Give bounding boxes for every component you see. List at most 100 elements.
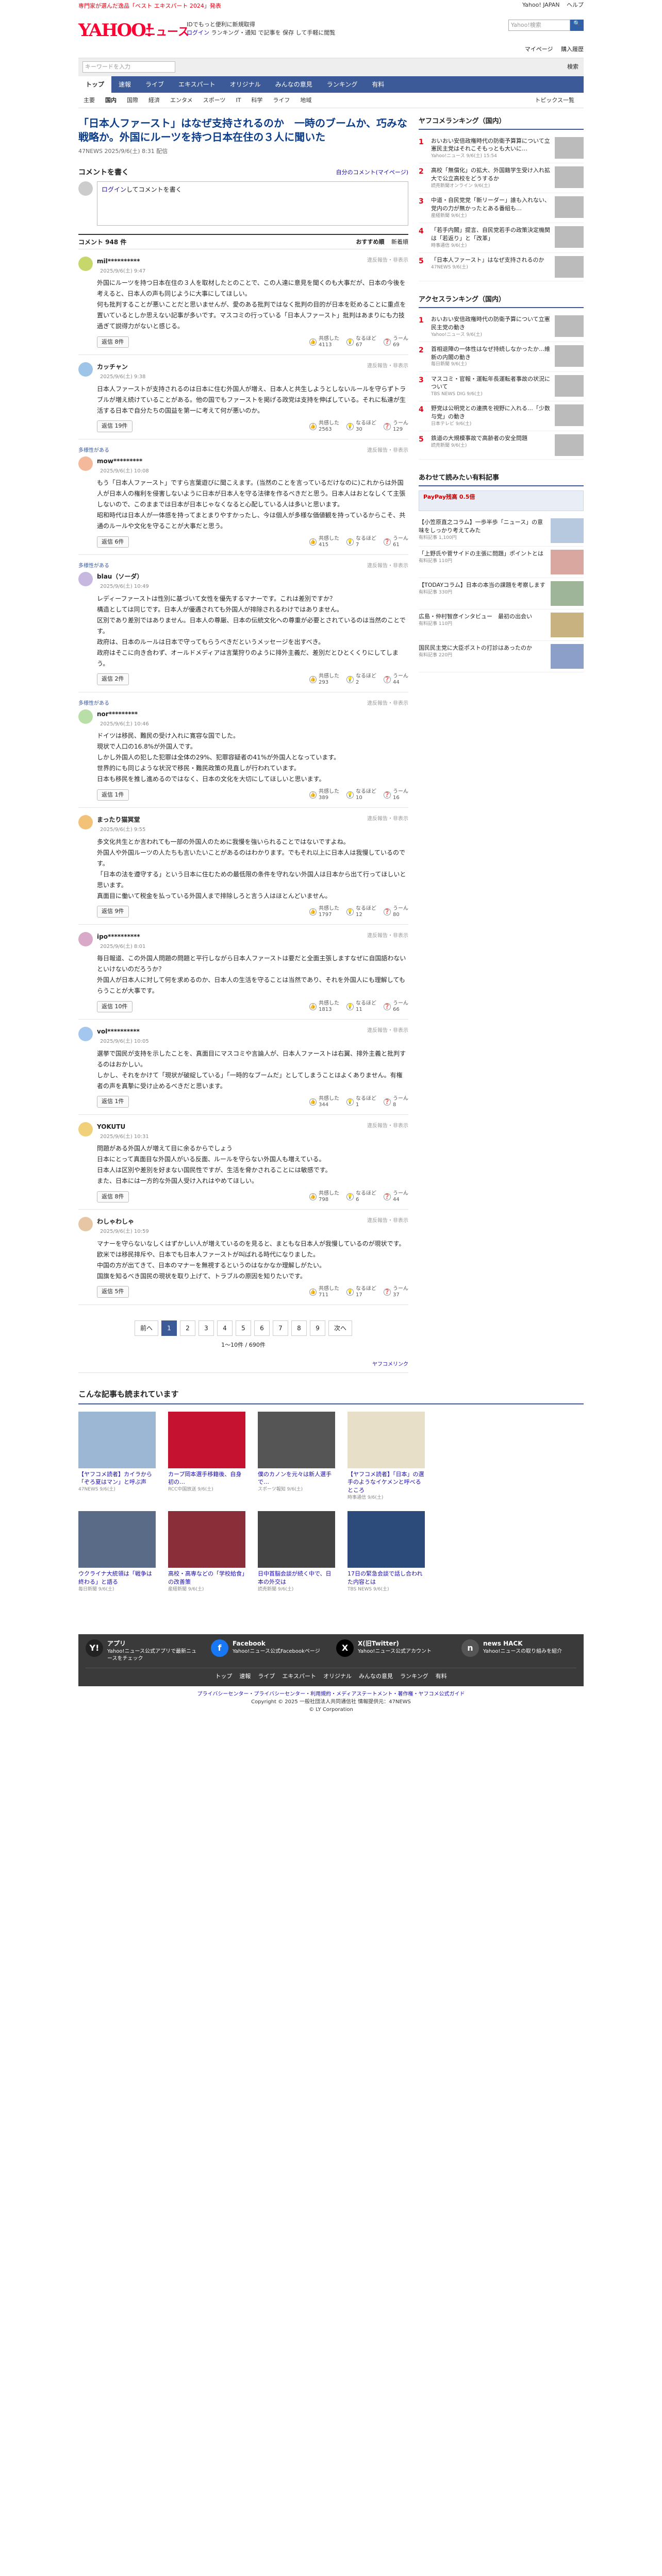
yahoo-logo[interactable]: YAHOO! — [78, 18, 153, 44]
purchase-link[interactable]: 購入履歴 — [561, 46, 584, 53]
doubt-vote-button[interactable]: ❓ うーん 44 — [384, 1191, 408, 1203]
footer-nav-item[interactable]: ランキング — [400, 1672, 428, 1681]
reply-button[interactable]: 返信 19件 — [97, 420, 133, 432]
paid-article-item[interactable]: 【TODAYコラム】日本の本当の課題を考察します 有料記事 330円 — [419, 578, 584, 609]
sort-newest[interactable]: 新着順 — [391, 239, 408, 245]
footer-nav-item[interactable]: 有料 — [436, 1672, 447, 1681]
recommended-item[interactable]: 日中首脳会談が続く中で、日本の外交は 読売新聞 9/6(土) — [258, 1511, 335, 1593]
snav-life[interactable]: ライフ — [268, 93, 295, 108]
ranking-thumbnail[interactable] — [555, 375, 584, 397]
snav-main[interactable]: 主要 — [78, 93, 100, 108]
recommended-item[interactable]: 17日の緊急会談で話し合われた内容とは TBS NEWS 9/6(土) — [347, 1511, 425, 1593]
login-link[interactable]: ログイン — [187, 29, 209, 36]
gnav-ranking[interactable]: ランキング — [320, 76, 365, 93]
report-link[interactable]: 違反報告・非表示 — [367, 362, 408, 370]
avatar[interactable] — [78, 1027, 93, 1041]
ranking-item[interactable]: 2 高校「無償化」の拡大、外国籍学生受け入れ拡大で公立高校をどうするか 読売新聞オン… — [419, 163, 584, 194]
recommended-thumbnail[interactable] — [347, 1411, 425, 1468]
recommended-title[interactable]: 17日の緊急会談で話し合われた内容とは — [347, 1570, 425, 1586]
help-link[interactable]: ヘルプ — [567, 2, 584, 8]
search-icon[interactable]: 🔍 — [570, 20, 584, 31]
comment-author[interactable]: vol********** — [97, 1027, 408, 1036]
report-link[interactable]: 違反報告・非表示 — [367, 1027, 408, 1035]
gnav-opinion[interactable]: みんなの意見 — [268, 76, 320, 93]
ranking-thumbnail[interactable] — [555, 256, 584, 278]
recommended-title[interactable]: 日中首脳会談が続く中で、日本の外交は — [258, 1570, 335, 1586]
snav-economy[interactable]: 経済 — [143, 93, 165, 108]
doubt-vote-button[interactable]: ❓ うーん 44 — [384, 673, 408, 686]
paypay-banner[interactable]: PayPay残高 0.5倍 — [419, 490, 584, 511]
keyword-input[interactable]: キーワードを入力 — [82, 61, 175, 73]
footer-nav-item[interactable]: エキスパート — [282, 1672, 316, 1681]
footer-nav-item[interactable]: ライブ — [258, 1672, 275, 1681]
empathy-vote-button[interactable]: 👍 共感した 711 — [309, 1286, 339, 1298]
facebook-icon[interactable]: f — [211, 1639, 228, 1657]
ranking-thumbnail[interactable] — [555, 226, 584, 248]
footer-nav-item[interactable]: オリジナル — [323, 1672, 352, 1681]
recommended-thumbnail[interactable] — [347, 1511, 425, 1568]
avatar[interactable] — [78, 572, 93, 586]
search-button[interactable]: 検索 — [567, 63, 578, 72]
avatar[interactable] — [78, 256, 93, 271]
ranking-item[interactable]: 5 鉄道の大規模事故で高齢者の安全問題 読売新聞 9/6(土) — [419, 431, 584, 460]
reply-button[interactable]: 返信 9件 — [97, 906, 129, 918]
recommended-thumbnail[interactable] — [168, 1411, 245, 1468]
gnav-top[interactable]: トップ — [78, 76, 112, 93]
ranking-title[interactable]: 「若手内閣」提言、自民党若手の政策決定機関は「若返り」と「改革」 — [431, 227, 550, 242]
avatar[interactable] — [78, 456, 93, 471]
ranking-thumbnail[interactable] — [555, 404, 584, 427]
avatar[interactable] — [78, 362, 93, 377]
snav-it[interactable]: IT — [230, 93, 246, 108]
ranking-title[interactable]: 「日本人ファースト」はなぜ支持されるのか — [431, 257, 544, 263]
paid-article-title[interactable]: 【TODAYコラム】日本の本当の課題を考察します — [419, 582, 545, 588]
snav-sports[interactable]: スポーツ — [198, 93, 231, 108]
paid-article-item[interactable]: 「上野氏や菅サイドの主張に問題」ポイントとは 有料記事 110円 — [419, 547, 584, 578]
ranking-item[interactable]: 3 中道・自民党党「新リーダー」誰も入れない、党内の力が無かったとある番組も… 産経… — [419, 193, 584, 224]
reply-button[interactable]: 返信 5件 — [97, 1286, 129, 1298]
doubt-vote-button[interactable]: ❓ うーん 129 — [384, 420, 408, 433]
gnav-flash[interactable]: 速報 — [111, 76, 138, 93]
recommended-title[interactable]: 【ヤフコメ読者】カイラから「ぞろ夏はマン」と呼ぶ声 — [78, 1470, 156, 1487]
page-4[interactable]: 4 — [217, 1320, 233, 1336]
ranking-thumbnail[interactable] — [555, 166, 584, 189]
gnav-original[interactable]: オリジナル — [223, 76, 268, 93]
reply-button[interactable]: 返信 8件 — [97, 336, 129, 348]
doubt-vote-button[interactable]: ❓ うーん 80 — [384, 906, 408, 918]
gnav-live[interactable]: ライブ — [138, 76, 171, 93]
recommended-thumbnail[interactable] — [258, 1511, 335, 1568]
recommended-title[interactable]: 僕のカノンを元々は新人選手で… — [258, 1470, 335, 1487]
insight-vote-button[interactable]: 💡 なるほど 11 — [346, 1001, 376, 1013]
recommended-title[interactable]: 高校・高専などの「学校給食」の改善策 — [168, 1570, 245, 1586]
doubt-vote-button[interactable]: ❓ うーん 61 — [384, 536, 408, 548]
snav-domestic[interactable]: 国内 — [100, 93, 122, 108]
social-item[interactable]: Y! アプリ Yahoo!ニュース公式アプリで最新ニュースをチェック — [86, 1639, 201, 1663]
doubt-vote-button[interactable]: ❓ うーん 69 — [384, 336, 408, 348]
paid-article-title[interactable]: 「上野氏や菅サイドの主張に問題」ポイントとは — [419, 550, 543, 557]
insight-vote-button[interactable]: 💡 なるほど 17 — [346, 1286, 376, 1298]
recommended-thumbnail[interactable] — [78, 1411, 156, 1468]
avatar[interactable] — [78, 1122, 93, 1137]
reply-button[interactable]: 返信 8件 — [97, 1191, 129, 1203]
empathy-vote-button[interactable]: 👍 共感した 798 — [309, 1191, 339, 1203]
page-1[interactable]: 1 — [161, 1320, 177, 1336]
app-icon[interactable]: Y! — [86, 1639, 103, 1657]
recommended-title[interactable]: カープ岡本選手移籍後、自身初の… — [168, 1470, 245, 1487]
gnav-paid[interactable]: 有料 — [365, 76, 391, 93]
insight-vote-button[interactable]: 💡 なるほど 1 — [346, 1096, 376, 1108]
footer-nav-item[interactable]: みんなの意見 — [359, 1672, 393, 1681]
empathy-vote-button[interactable]: 👍 共感した 1797 — [309, 906, 339, 918]
reply-button[interactable]: 返信 10件 — [97, 1001, 133, 1013]
insight-vote-button[interactable]: 💡 なるほど 10 — [346, 789, 376, 801]
ranking-item[interactable]: 4 「若手内閣」提言、自民党若手の政策決定機関は「若返り」と「改革」 時事通信 9/… — [419, 223, 584, 253]
ranking-thumbnail[interactable] — [555, 345, 584, 367]
footer-nav-item[interactable]: 速報 — [239, 1672, 251, 1681]
snav-science[interactable]: 科学 — [246, 93, 268, 108]
insight-vote-button[interactable]: 💡 なるほど 7 — [346, 536, 376, 548]
empathy-vote-button[interactable]: 👍 共感した 2563 — [309, 420, 339, 433]
ranking-title[interactable]: 首相退陣の一体性はなぜ持続しなかったか…維新の内閣の動き — [431, 346, 550, 361]
ranking-title[interactable]: おいおい安倍政権時代の防衛予算について立憲民主党の動き — [431, 316, 550, 331]
paid-article-item[interactable]: 国民民主党に大臣ポストの打診はあったのか 有料記事 220円 — [419, 641, 584, 672]
login-link[interactable]: ログイン — [102, 186, 126, 193]
comment-author[interactable]: わしゃわしゃ — [97, 1217, 408, 1226]
report-link[interactable]: 違反報告・非表示 — [367, 447, 408, 454]
